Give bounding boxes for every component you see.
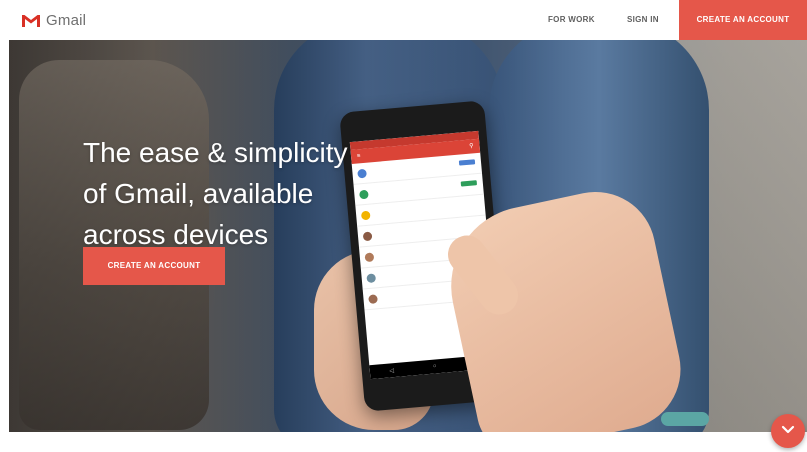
create-account-header-button[interactable]: CREATE AN ACCOUNT xyxy=(679,0,807,40)
top-navigation-bar: Gmail FOR WORK SIGN IN CREATE AN ACCOUNT xyxy=(0,0,807,40)
chevron-down-icon xyxy=(781,422,795,440)
search-icon: ⚲ xyxy=(468,143,474,150)
scroll-down-button[interactable] xyxy=(771,414,805,448)
for-work-link[interactable]: FOR WORK xyxy=(548,0,595,40)
badge xyxy=(458,159,476,166)
logo-text: Gmail xyxy=(46,11,87,29)
gmail-logo[interactable]: Gmail xyxy=(21,9,86,31)
back-icon: ◁ xyxy=(389,367,395,374)
gmail-m-icon xyxy=(21,13,41,28)
bracelet-image xyxy=(661,412,709,426)
avatar xyxy=(368,293,378,304)
sign-in-link[interactable]: SIGN IN xyxy=(627,0,659,40)
create-account-hero-button[interactable]: CREATE AN ACCOUNT xyxy=(83,247,225,285)
badge xyxy=(460,180,478,187)
home-icon: ○ xyxy=(432,363,437,370)
avatar xyxy=(366,272,377,283)
hero-section: ≡ ⚲ ◁ ○ The ease & simplicity of Gmail, … xyxy=(9,40,807,432)
hero-title: The ease & simplicity of Gmail, availabl… xyxy=(83,136,348,250)
